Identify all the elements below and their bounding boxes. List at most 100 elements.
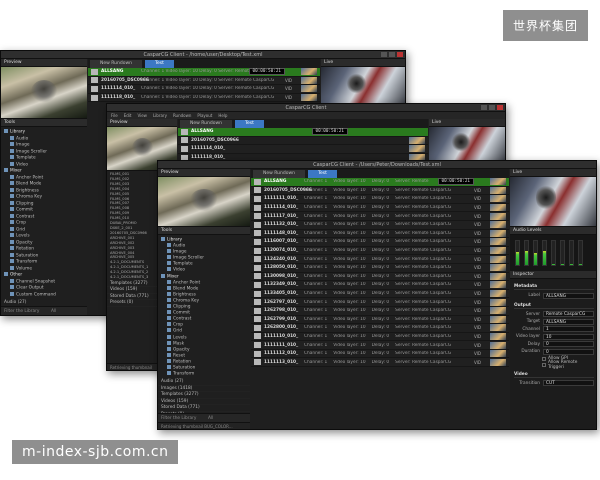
rundown-row[interactable]: 1262799_010_ Channel: 1 Video layer: 10 Del… <box>251 315 509 325</box>
tool-icon <box>167 328 171 333</box>
rundown-row[interactable]: 1133405_010_ Channel: 1 Video layer: 10 Del… <box>251 289 509 299</box>
row-details: Channel: 1 Video layer: 10 Delay: 0 Server:… <box>304 214 474 219</box>
rundown-row[interactable]: 20160705_DSC0966 Channel: 1 Video layer: 1… <box>251 186 509 196</box>
tab-new-rundown[interactable]: New Rundown <box>253 170 306 178</box>
rundown-row[interactable]: 1130098_010_ Channel: 1 Video layer: 10 Del… <box>251 272 509 282</box>
tree-item-label: Grid <box>173 328 183 334</box>
rundown-row[interactable]: 1111111_010_ Channel: 1 Video layer: 10 Del… <box>251 341 509 350</box>
rundown-row[interactable]: 20160705_DSC0966 Channel: 1 Video layer: … <box>88 76 320 86</box>
tree-item-label: Image Scroller <box>16 149 48 154</box>
tool-icon <box>10 239 14 244</box>
minimize-icon[interactable] <box>481 105 487 110</box>
back-filter-bar[interactable]: Filter the Library All <box>1 306 87 315</box>
rundown-row[interactable]: 1262798_010_ Channel: 1 Video layer: 10 Del… <box>251 306 509 316</box>
menu-item[interactable]: Edit <box>124 112 132 119</box>
row-ch: Channel: 1 <box>304 222 328 228</box>
rundown-row[interactable]: 1120074_010_ Channel: 1 Video layer: 10 Del… <box>251 247 509 256</box>
rundown-row[interactable]: 1111114_010_ Channel: 1 Video layer: 10 Del… <box>251 203 509 213</box>
channel-stepper[interactable]: 1 <box>543 326 594 333</box>
row-name: 1124240_010_ <box>264 256 299 262</box>
duration-stepper[interactable]: 0 <box>543 348 594 355</box>
tab-test[interactable]: Test <box>308 170 337 178</box>
tree-item-label: Template <box>16 155 36 161</box>
row-vl: Video layer: 10 <box>333 308 366 314</box>
row-sv: Server: Remote CasparCG <box>395 282 452 288</box>
front-window-titlebar: CasparCG Client - /Users/Peter/Downloads… <box>158 161 596 169</box>
rundown-row[interactable]: 1111148_010_ Channel: 1 Video layer: 10 Del… <box>251 229 509 239</box>
videolayer-stepper[interactable]: 10 <box>543 333 594 340</box>
close-icon[interactable] <box>497 105 503 110</box>
rundown-row[interactable]: 20160705_DSC0966 <box>178 136 428 146</box>
front-window: CasparCG Client - /Users/Peter/Downloads… <box>157 160 597 430</box>
row-name: 1262798_010_ <box>264 308 299 314</box>
close-icon[interactable] <box>397 52 403 57</box>
filter-scope[interactable]: All <box>51 307 56 315</box>
rundown-row[interactable]: 1262800_010_ Channel: 1 Video layer: 10 Del… <box>251 324 509 333</box>
row-device: VID <box>474 239 481 245</box>
rundown-row[interactable]: 1111132_010_ Channel: 1 Video layer: 10 Del… <box>251 220 509 230</box>
tool-icon <box>10 174 14 179</box>
rundown-row[interactable]: 1111117_010_ Channel: 1 Video layer: 10 Del… <box>251 212 509 221</box>
video-item-icon <box>254 195 261 202</box>
video-item-icon <box>254 247 261 254</box>
mid-live-image <box>429 127 505 163</box>
mid-row-active[interactable]: ALLSANG 00:00:50:21 <box>178 128 428 137</box>
row-name: 1111118_010_ <box>101 95 136 101</box>
rundown-row[interactable]: 1111114_010_ <box>178 145 428 154</box>
tree-item-label: Opacity <box>173 347 190 353</box>
allow-remote-checkbox[interactable]: Allow Remote Triggeri <box>514 360 594 370</box>
tool-icon <box>10 233 14 237</box>
audio-meter <box>515 240 520 266</box>
server-select[interactable]: Remote CasparCG <box>543 311 594 318</box>
label-input[interactable]: ALLSANG <box>543 292 594 299</box>
row-name: 1116007_010_ <box>264 239 299 245</box>
minimize-icon[interactable] <box>381 52 387 57</box>
menu-item[interactable]: File <box>111 112 118 119</box>
row-details: Channel: 1 Video layer: 10 Delay: 0 Server:… <box>304 274 474 279</box>
row-details: Channel: 1 Video layer: 10 Delay: 0 Server:… <box>304 334 474 339</box>
rundown-row[interactable]: 1262797_010_ Channel: 1 Video layer: 10 Del… <box>251 298 509 307</box>
folder-icon <box>161 273 165 278</box>
tree-item-label: Commit <box>16 207 33 213</box>
transition-select[interactable]: CUT <box>543 380 594 387</box>
rundown-row[interactable]: ALLSANG Channel: 1 Video layer: 10 Delay:… <box>88 68 320 77</box>
rundown-row[interactable]: 1116007_010_ Channel: 1 Video layer: 10 Del… <box>251 238 509 247</box>
menu-item[interactable]: Library <box>153 112 167 119</box>
row-details: Channel: 1 Video layer: 10 Delay: 0 Server:… <box>304 265 474 270</box>
rundown-row[interactable]: 1111111_010_ Channel: 1 Video layer: 10 Del… <box>251 195 509 204</box>
front-filter-bar[interactable]: Filter the Library All <box>158 413 250 422</box>
target-select[interactable]: ALLSANG <box>543 318 594 325</box>
filter-input[interactable]: Filter the Library <box>161 416 196 421</box>
row-dl: Delay: 0 <box>371 325 390 331</box>
video-item-icon <box>91 94 98 101</box>
tab-test[interactable]: Test <box>145 60 174 68</box>
tree-item[interactable]: Custom Command <box>4 291 84 299</box>
menu-item[interactable]: View <box>137 112 147 119</box>
rundown-row[interactable]: 1111118_010_ Channel: 1 Video layer: 10 D… <box>88 93 320 103</box>
tab-new-rundown[interactable]: New Rundown <box>180 120 233 128</box>
rundown-row[interactable]: 1132349_010_ Channel: 1 Video layer: 10 Del… <box>251 281 509 290</box>
tab-test[interactable]: Test <box>235 120 264 128</box>
maximize-icon[interactable] <box>389 52 395 57</box>
rundown-row[interactable]: 1128050_010_ Channel: 1 Video layer: 10 Del… <box>251 264 509 273</box>
tab-new-rundown[interactable]: New Rundown <box>90 60 143 68</box>
row-device: VID <box>474 325 481 331</box>
tool-icon <box>10 194 14 198</box>
filter-input[interactable]: Filter the Library <box>4 309 39 314</box>
row-vl: Video layer: 10 <box>333 205 366 211</box>
rundown-row[interactable]: 1111114_010_ Channel: 1 Video layer: 10 D… <box>88 85 320 94</box>
row-name: 1130098_010_ <box>264 273 299 279</box>
rundown-row[interactable]: 1124240_010_ Channel: 1 Video layer: 10 Del… <box>251 255 509 264</box>
delay-stepper[interactable]: 0 <box>543 341 594 348</box>
menu-item[interactable]: Help <box>218 112 227 119</box>
rundown-row[interactable]: ALLSANG Channel: 1 Video layer: 10 Delay: 0… <box>251 178 509 187</box>
rundown-row[interactable]: 1111113_010_ Channel: 1 Video layer: 10 Del… <box>251 358 509 368</box>
rundown-row[interactable]: 1111110_010_ Channel: 1 Video layer: 10 Del… <box>251 332 509 342</box>
row-details: Channel: 1 Video layer: 10 Delay: 0 Server:… <box>304 351 474 356</box>
maximize-icon[interactable] <box>489 105 495 110</box>
tree-item[interactable]: Transform <box>161 371 247 377</box>
menu-item[interactable]: Rundown <box>173 112 191 119</box>
video-item-icon <box>254 256 261 263</box>
rundown-row[interactable]: 1111112_010_ Channel: 1 Video layer: 10 Del… <box>251 350 509 359</box>
menu-item[interactable]: Playout <box>197 112 212 119</box>
